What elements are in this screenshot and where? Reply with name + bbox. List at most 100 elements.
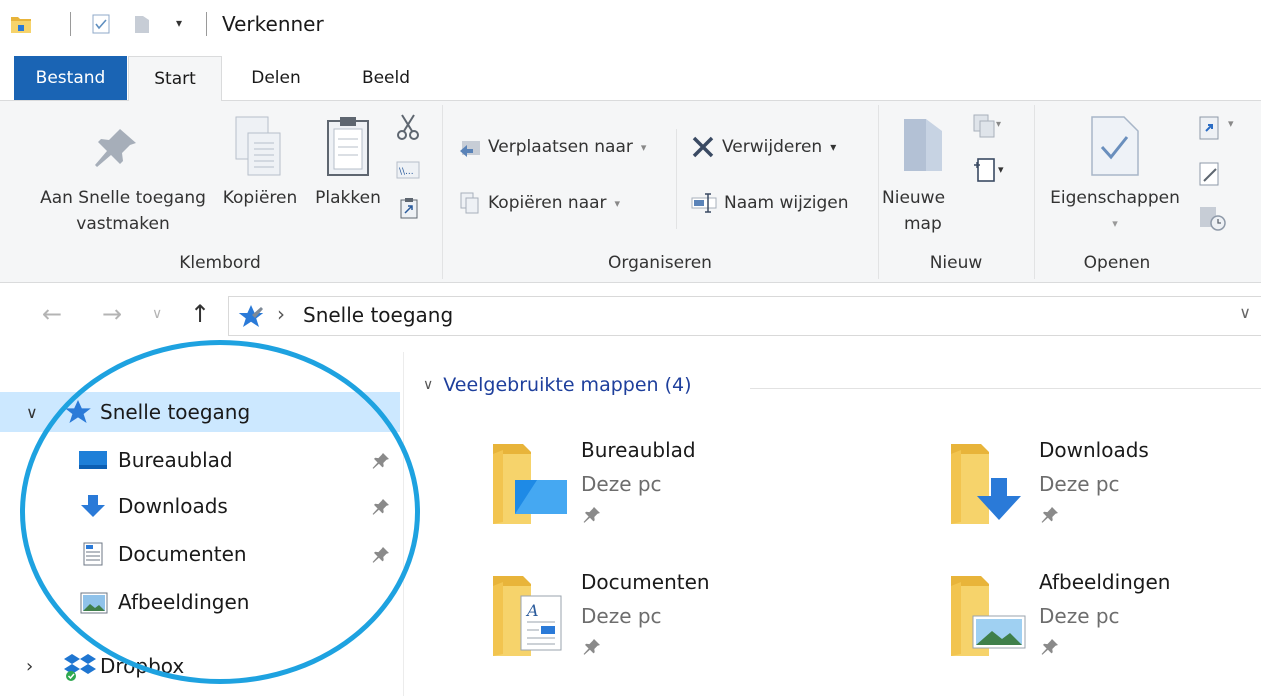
copy-label: Kopiëren (222, 188, 298, 208)
chevron-down-icon: ▾ (1112, 217, 1118, 230)
download-arrow-icon (81, 495, 105, 517)
dropbox-icon (64, 654, 96, 681)
nav-item-downloads[interactable]: Downloads (0, 486, 400, 526)
chevron-right-icon[interactable]: › (26, 656, 33, 677)
nav-label: Dropbox (100, 654, 185, 678)
breadcrumb-chevron-icon[interactable]: › (277, 302, 285, 326)
group-separator (878, 105, 879, 279)
content-pane: ∨ Veelgebruikte mappen (4) Bureaublad De… (405, 352, 1261, 696)
pin-icon[interactable] (372, 546, 390, 564)
new-folder-icon (904, 119, 942, 171)
ribbon-tabs: Bestand Start Delen Beeld (0, 56, 1261, 101)
group-separator (1034, 105, 1035, 279)
title-bar: ▾ Verkenner (0, 0, 1261, 50)
pin-label-line2: vastmaken (76, 214, 170, 234)
nav-label: Downloads (118, 494, 228, 518)
svg-text:▾: ▾ (996, 119, 1001, 130)
group-label-nieuw: Nieuw (929, 253, 983, 273)
quick-access-toolbar-dropdown[interactable]: ▾ (176, 16, 182, 30)
delete-button[interactable]: Verwijderen ▾ (690, 135, 836, 159)
documents-folder-icon: A (493, 576, 562, 656)
properties-label: Eigenschappen (1050, 188, 1180, 208)
pin-icon (1041, 639, 1058, 655)
copy-path-icon[interactable]: \\... (396, 161, 420, 179)
new-folder-icon[interactable] (134, 14, 150, 34)
address-dropdown-icon[interactable]: ∨ (1239, 303, 1251, 322)
section-title: Veelgebruikte mappen (4) (443, 374, 692, 396)
nav-label: Afbeeldingen (118, 590, 250, 614)
group-label-klembord: Klembord (179, 253, 261, 273)
pin-icon (95, 129, 136, 167)
folder-tile-bureaublad[interactable]: Bureaublad Deze pc (491, 438, 891, 548)
nav-item-documenten[interactable]: Documenten (0, 534, 400, 574)
folder-name: Downloads (1039, 438, 1149, 462)
back-arrow-icon[interactable]: ← (42, 300, 62, 328)
properties-icon (1091, 116, 1139, 176)
folder-tile-downloads[interactable]: Downloads Deze pc (949, 438, 1261, 548)
folder-name: Documenten (581, 570, 710, 594)
chevron-down-icon[interactable]: ∨ (26, 403, 38, 422)
breadcrumb-location[interactable]: Snelle toegang (303, 303, 453, 327)
quick-access-star-icon (238, 305, 264, 327)
history-icon[interactable] (1198, 205, 1230, 231)
nav-item-afbeeldingen[interactable]: Afbeeldingen (0, 582, 400, 622)
svg-text:▾: ▾ (998, 163, 1004, 176)
pin-icon[interactable] (372, 452, 390, 470)
folder-location: Deze pc (1039, 604, 1120, 628)
new-folder-label-line2: map (904, 214, 942, 234)
desktop-icon (79, 451, 107, 469)
folder-icon[interactable] (10, 14, 32, 34)
nav-label: Documenten (118, 542, 247, 566)
paste-shortcut-icon[interactable] (400, 197, 418, 219)
navigation-pane: ∨ Snelle toegang Bureaublad Downloads Do… (0, 352, 404, 696)
tab-beeld[interactable]: Beeld (340, 56, 432, 100)
forward-arrow-icon[interactable]: → (102, 300, 122, 328)
folder-tile-documenten[interactable]: A Documenten Deze pc (491, 570, 891, 680)
rename-button[interactable]: Naam wijzigen (690, 191, 849, 215)
pin-label-line1: Aan Snelle toegang (40, 188, 206, 208)
pin-icon (583, 507, 600, 523)
svg-text:▾: ▾ (1228, 117, 1234, 130)
up-arrow-icon[interactable]: ↑ (190, 300, 210, 328)
move-to-button[interactable]: Verplaatsen naar ▾ (458, 135, 646, 159)
group-label-organiseren: Organiseren (608, 253, 712, 273)
section-header-frequent-folders[interactable]: ∨ Veelgebruikte mappen (4) (423, 374, 692, 396)
group-label-openen: Openen (1083, 253, 1151, 273)
cut-icon[interactable] (396, 113, 420, 141)
move-to-icon (460, 141, 480, 157)
move-to-label: Verplaatsen naar (488, 137, 633, 157)
tab-delen[interactable]: Delen (236, 56, 316, 100)
desktop-folder-icon (493, 444, 567, 524)
folder-tile-afbeeldingen[interactable]: Afbeeldingen Deze pc (949, 570, 1261, 680)
recent-locations-chevron-icon[interactable]: ∨ (152, 306, 162, 322)
delete-icon (692, 136, 714, 158)
folder-location: Deze pc (581, 604, 662, 628)
delete-label: Verwijderen (722, 137, 823, 157)
easy-access-icon[interactable]: ▾ (972, 155, 1008, 185)
copy-icon (235, 116, 281, 176)
rename-label: Naam wijzigen (724, 193, 849, 213)
tab-start[interactable]: Start (128, 56, 222, 101)
folder-location: Deze pc (1039, 472, 1120, 496)
chevron-down-icon: ▾ (614, 196, 621, 210)
downloads-folder-icon (951, 444, 1021, 524)
window-title: Verkenner (222, 12, 324, 36)
quick-access-star-icon (65, 400, 91, 423)
properties-check-icon[interactable] (92, 14, 110, 34)
nav-item-snelle-toegang[interactable]: ∨ Snelle toegang (0, 392, 400, 432)
address-bar[interactable]: › Snelle toegang ∨ (228, 296, 1261, 336)
nav-item-dropbox[interactable]: › Dropbox (0, 646, 400, 686)
tab-bestand[interactable]: Bestand (14, 56, 127, 100)
separator (70, 12, 71, 36)
folder-name: Bureaublad (581, 438, 696, 462)
pin-icon[interactable] (372, 498, 390, 516)
chevron-down-icon[interactable]: ∨ (423, 377, 433, 393)
copy-to-button[interactable]: Kopiëren naar ▾ (458, 191, 620, 215)
section-divider (750, 388, 1261, 389)
new-item-icon[interactable]: ▾ (972, 113, 1004, 141)
document-icon (83, 542, 103, 566)
pictures-icon (80, 592, 108, 614)
open-icon[interactable]: ▾ (1198, 115, 1240, 143)
nav-item-bureaublad[interactable]: Bureaublad (0, 440, 400, 480)
edit-icon[interactable] (1198, 161, 1222, 187)
